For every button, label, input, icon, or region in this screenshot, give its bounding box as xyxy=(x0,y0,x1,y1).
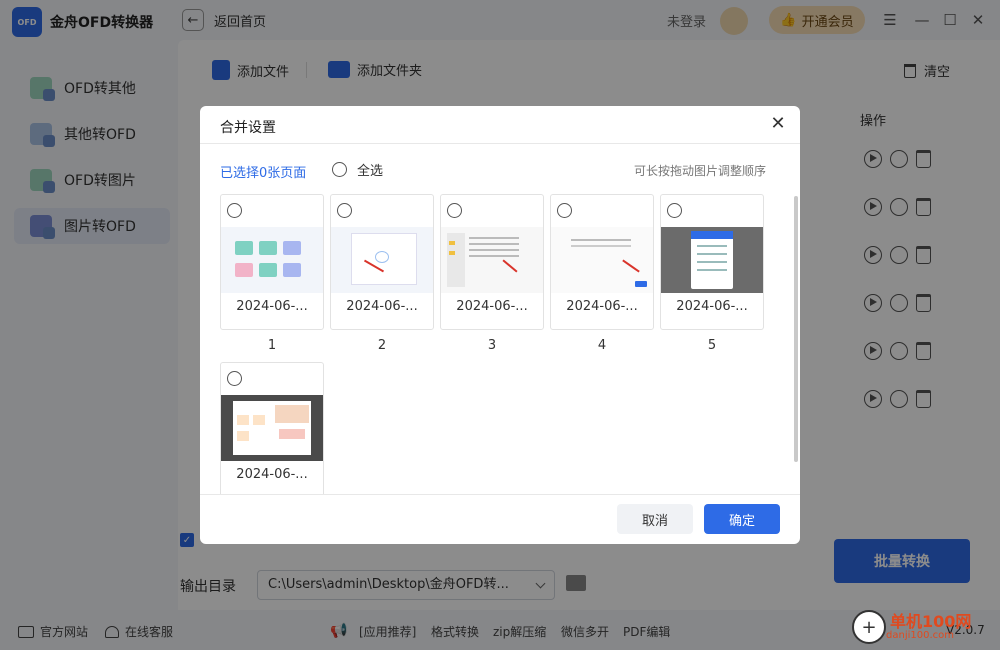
dialog-title: 合并设置 xyxy=(220,120,276,136)
thumbnail-image xyxy=(551,227,653,293)
selected-count: 已选择0张页面 xyxy=(220,166,307,181)
thumbnail-date: 2024-06-... xyxy=(236,467,308,482)
watermark-text: 单机100网 xyxy=(890,611,972,631)
radio-icon[interactable] xyxy=(447,203,462,218)
thumbnail-number: 1 xyxy=(267,338,277,353)
thumbnail-number: 2 xyxy=(377,338,387,353)
thumbnail-grid: 2024-06-... 1 2024-06-... 2 2024-06-... … xyxy=(220,194,780,494)
close-icon[interactable]: ✕ xyxy=(768,114,788,134)
thumbnail-number: 3 xyxy=(487,338,497,353)
watermark: + 单机100网 danji100.com xyxy=(852,610,971,644)
thumbnail-card[interactable]: 2024-06-... xyxy=(660,194,764,330)
radio-icon[interactable] xyxy=(337,203,352,218)
thumbnail-card[interactable]: 2024-06-... xyxy=(440,194,544,330)
thumbnail-date: 2024-06-... xyxy=(346,299,418,314)
thumbnail-number: 5 xyxy=(707,338,717,353)
thumbnail-card[interactable]: 2024-06-... xyxy=(220,194,324,330)
thumbnail-card[interactable]: 2024-06-... xyxy=(330,194,434,330)
thumbnail-image xyxy=(441,227,543,293)
watermark-subtext: danji100.com xyxy=(886,629,954,641)
thumbnail-number: 4 xyxy=(597,338,607,353)
cancel-button[interactable]: 取消 xyxy=(617,504,693,534)
thumbnail-image xyxy=(221,227,323,293)
thumbnail-image xyxy=(221,395,323,461)
thumbnail-date: 2024-06-... xyxy=(566,299,638,314)
radio-icon[interactable] xyxy=(667,203,682,218)
thumbnail-date: 2024-06-... xyxy=(676,299,748,314)
reorder-hint: 可长按拖动图片调整顺序 xyxy=(633,164,766,178)
dialog-footer: 取消 确定 xyxy=(200,494,800,544)
thumbnail-card[interactable]: 2024-06-... xyxy=(220,362,324,494)
select-all-label: 全选 xyxy=(357,164,384,179)
merge-settings-dialog: 合并设置 ✕ 已选择0张页面 全选 可长按拖动图片调整顺序 2024-06-..… xyxy=(200,106,800,544)
thumbnail-image xyxy=(331,227,433,293)
dialog-header: 合并设置 ✕ xyxy=(200,106,800,144)
radio-icon xyxy=(332,162,347,177)
radio-icon[interactable] xyxy=(227,203,242,218)
radio-icon[interactable] xyxy=(557,203,572,218)
thumbnail-date: 2024-06-... xyxy=(456,299,528,314)
thumbnail-date: 2024-06-... xyxy=(236,299,308,314)
radio-icon[interactable] xyxy=(227,371,242,386)
select-all-toggle[interactable]: 全选 xyxy=(332,160,383,179)
dialog-scrollbar[interactable] xyxy=(794,196,798,462)
plus-icon: + xyxy=(852,610,886,644)
confirm-button[interactable]: 确定 xyxy=(704,504,780,534)
thumbnail-image xyxy=(661,227,763,293)
thumbnail-card[interactable]: 2024-06-... xyxy=(550,194,654,330)
